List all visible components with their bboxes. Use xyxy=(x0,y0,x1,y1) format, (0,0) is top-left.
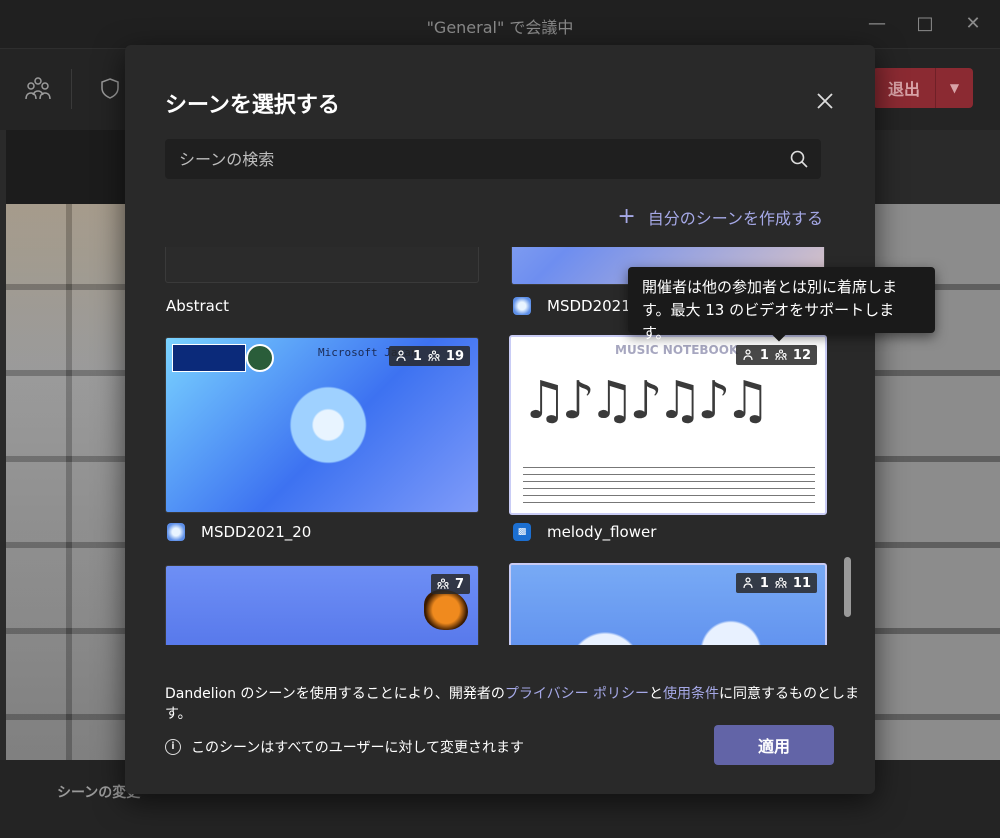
butterfly-icon xyxy=(424,590,468,630)
close-icon[interactable] xyxy=(813,89,837,113)
organizer-icon xyxy=(743,349,753,361)
people-icon[interactable] xyxy=(22,73,54,105)
plus-icon: + xyxy=(617,204,636,229)
apply-button[interactable]: 適用 xyxy=(714,725,834,765)
scene-dialog: シーンを選択する + 自分のシーンを作成する Abstract MSDD2021… xyxy=(125,45,875,794)
search-box[interactable] xyxy=(165,139,821,179)
maximize-icon[interactable]: □ xyxy=(910,10,940,38)
app-icon: ▩ xyxy=(513,523,531,541)
consent-middle: と xyxy=(649,686,664,702)
app-icon xyxy=(167,523,185,541)
terms-link[interactable]: 使用条件 xyxy=(663,686,719,702)
music-notes-icon: ♫♪♫♪♫♪♫ xyxy=(521,371,771,431)
scene-thumbnail[interactable]: 7 xyxy=(165,565,479,645)
music-staff xyxy=(523,467,815,503)
scene-card-bubble[interactable]: 1 11 xyxy=(509,563,827,645)
scene-card-abstract[interactable]: Abstract xyxy=(165,247,479,327)
participant-count: 11 xyxy=(792,575,811,591)
title-bar: "General" で会議中 — □ ✕ xyxy=(0,0,1000,48)
scrollbar-thumb[interactable] xyxy=(844,557,851,617)
privacy-policy-link[interactable]: プライバシー ポリシー xyxy=(505,686,649,702)
participants-icon xyxy=(775,349,787,361)
organizer-icon xyxy=(396,350,406,362)
overlay-text: MUSIC NOTEBOOK xyxy=(615,343,739,357)
scene-thumbnail[interactable] xyxy=(165,247,479,283)
scene-seat-badge: 1 11 xyxy=(735,573,817,593)
toolbar-separator xyxy=(71,69,72,109)
participants-icon xyxy=(437,578,449,590)
participants-icon xyxy=(775,577,787,589)
leave-label: 退出 xyxy=(887,80,920,99)
organizer-icon xyxy=(743,577,753,589)
participants-icon xyxy=(428,350,440,362)
organizer-count: 1 xyxy=(759,347,769,363)
create-scene-button[interactable]: + 自分のシーンを作成する xyxy=(617,205,823,229)
participant-count: 19 xyxy=(445,348,464,364)
mvp-logo xyxy=(172,344,246,372)
dialog-title: シーンを選択する xyxy=(165,93,340,118)
info-row: i このシーンはすべてのユーザーに対して変更されます xyxy=(165,737,524,757)
organizer-count: 1 xyxy=(759,575,769,591)
seal-logo xyxy=(246,344,274,372)
leave-button[interactable]: 退出 ▼ xyxy=(873,68,973,108)
scene-name: MSDD2021_ xyxy=(547,297,639,315)
participant-count: 12 xyxy=(792,347,811,363)
scene-thumbnail[interactable]: 1 11 xyxy=(509,563,827,645)
organizer-count: 1 xyxy=(412,348,422,364)
scene-card-msdd2021-20[interactable]: Microsoft Japan 1 19 MSDD2021_20 xyxy=(165,337,479,557)
scene-name: Abstract xyxy=(166,297,229,315)
scene-card-butterfly[interactable]: 7 xyxy=(165,565,479,645)
window-title: "General" で会議中 xyxy=(426,18,574,37)
close-window-icon[interactable]: ✕ xyxy=(958,10,988,38)
scene-seat-badge: 7 xyxy=(430,574,470,594)
chevron-down-icon[interactable]: ▼ xyxy=(936,81,973,95)
search-input[interactable] xyxy=(165,139,785,179)
scene-card-melody-flower[interactable]: MUSIC NOTEBOOK ♫♪♫♪♫♪♫ 1 12 ▩ melody_flo… xyxy=(509,335,827,557)
scene-name: MSDD2021_20 xyxy=(201,523,312,541)
scene-name: melody_flower xyxy=(547,523,657,541)
scene-thumbnail[interactable]: MUSIC NOTEBOOK ♫♪♫♪♫♪♫ 1 12 xyxy=(509,335,827,515)
participant-count: 7 xyxy=(454,576,464,592)
consent-prefix: Dandelion のシーンを使用することにより、開発者の xyxy=(165,686,505,702)
info-text: このシーンはすべてのユーザーに対して変更されます xyxy=(191,740,525,756)
search-icon[interactable] xyxy=(789,149,809,169)
app-icon xyxy=(513,297,531,315)
minimize-icon[interactable]: — xyxy=(862,10,892,38)
seat-tooltip: 開催者は他の参加者とは別に着席します。最大 13 のビデオをサポートします。 xyxy=(628,267,935,342)
scene-seat-badge: 1 19 xyxy=(388,346,470,366)
consent-text: Dandelion のシーンを使用することにより、開発者のプライバシー ポリシー… xyxy=(165,683,875,723)
scene-seat-badge: 1 12 xyxy=(735,345,817,365)
create-scene-label: 自分のシーンを作成する xyxy=(647,209,823,228)
scene-thumbnail[interactable]: Microsoft Japan 1 19 xyxy=(165,337,479,513)
info-icon: i xyxy=(165,739,181,755)
shield-icon[interactable] xyxy=(94,73,126,105)
